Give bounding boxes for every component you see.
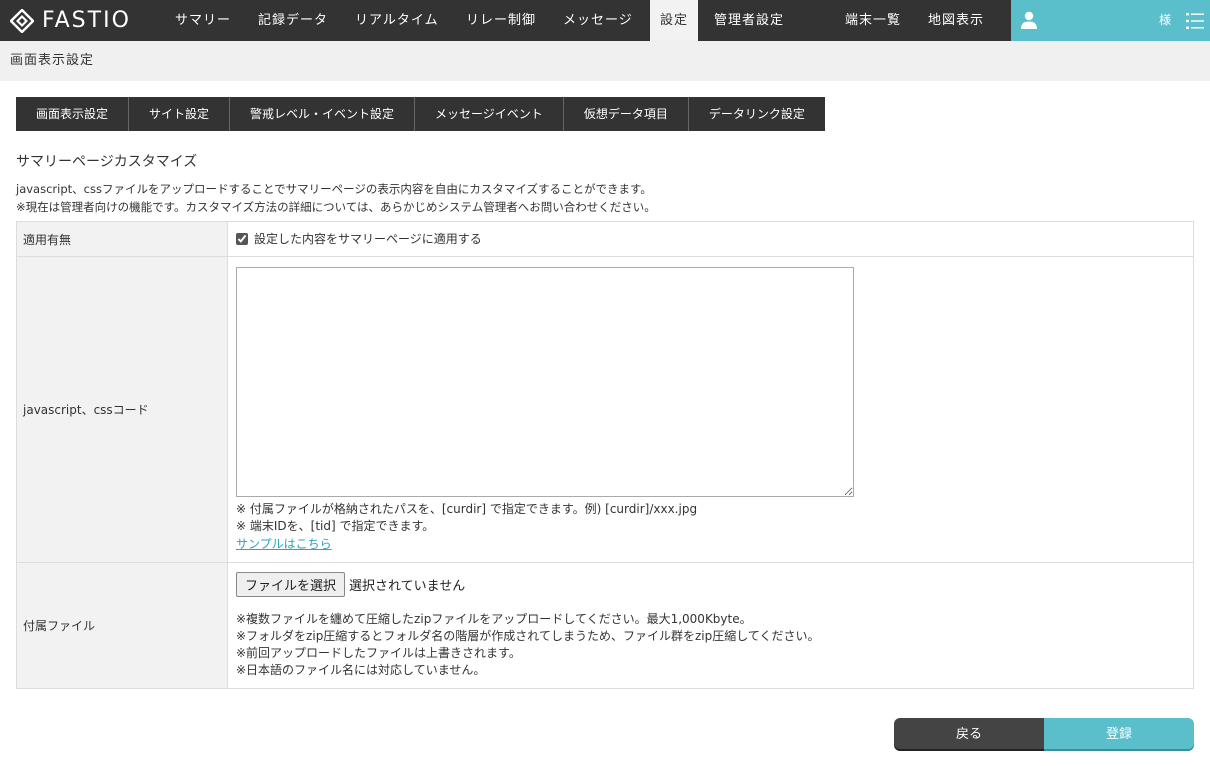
user-icon[interactable]: [1019, 10, 1039, 30]
top-navigation-bar: FASTIO サマリー 記録データ リアルタイム リレー制御 メッセージ 設定 …: [0, 0, 1210, 41]
apply-checkbox[interactable]: [236, 232, 248, 245]
code-textarea[interactable]: [236, 267, 854, 497]
code-note-curdir: ※ 付属ファイルが格納されたパスを、[curdir] で指定できます。例) [c…: [236, 502, 698, 516]
nav-realtime[interactable]: リアルタイム: [355, 0, 439, 41]
nav-settings[interactable]: 設定: [650, 0, 698, 41]
choose-file-button[interactable]: ファイルを選択: [236, 572, 346, 597]
page-header: 画面表示設定: [0, 41, 1210, 81]
nav-map-view[interactable]: 地図表示: [928, 0, 984, 41]
attachment-note-zip: ※複数ファイルを纏めて圧縮したzipファイルをアップロードしてください。最大1,…: [236, 612, 752, 626]
save-button[interactable]: 登録: [1044, 718, 1194, 749]
list-menu-icon[interactable]: [1186, 12, 1204, 30]
sample-link[interactable]: サンプルはこちら: [236, 537, 332, 551]
attachment-value: ファイルを選択 選択されていません ※複数ファイルを纏めて圧縮したzipファイル…: [227, 562, 1194, 689]
tab-message-event[interactable]: メッセージイベント: [415, 97, 564, 131]
code-note-tid: ※ 端末IDを、[tid] で指定できます。: [236, 519, 435, 533]
nav-records[interactable]: 記録データ: [258, 0, 328, 41]
code-value: ※ 付属ファイルが格納されたパスを、[curdir] で指定できます。例) [c…: [227, 256, 1194, 563]
app-logo[interactable]: FASTIO: [10, 0, 131, 41]
apply-checkbox-label: 設定した内容をサマリーページに適用する: [254, 232, 482, 247]
description-note: ※現在は管理者向けの機能です。カスタマイズ方法の詳細については、あらかじめシステ…: [16, 200, 656, 214]
form-row-code: javascript、cssコード ※ 付属ファイルが格納されたパスを、[cur…: [16, 256, 1194, 563]
description-line: javascript、cssファイルをアップロードすることでサマリーページの表示…: [16, 182, 652, 196]
back-button[interactable]: 戻る: [894, 718, 1044, 749]
apply-value: 設定した内容をサマリーページに適用する: [227, 221, 1194, 257]
attachment-note-filename: ※日本語のファイル名には対応していません。: [236, 663, 486, 677]
form-row-apply: 適用有無 設定した内容をサマリーページに適用する: [16, 221, 1194, 257]
tab-alert-level-event[interactable]: 警戒レベル・イベント設定: [230, 97, 416, 131]
attachment-note-overwrite: ※前回アップロードしたファイルは上書きされます。: [236, 646, 521, 660]
settings-tabs: 画面表示設定 サイト設定 警戒レベル・イベント設定 メッセージイベント 仮想デー…: [16, 97, 825, 131]
tab-data-link[interactable]: データリンク設定: [688, 97, 825, 131]
user-area: 様: [1011, 0, 1210, 41]
nav-messages[interactable]: メッセージ: [563, 0, 633, 41]
file-status: 選択されていません: [349, 579, 466, 594]
form-row-attachment: 付属ファイル ファイルを選択 選択されていません ※複数ファイルを纏めて圧縮した…: [16, 562, 1194, 689]
section-description: javascript、cssファイルをアップロードすることでサマリーページの表示…: [16, 180, 656, 216]
user-name-suffix: 様: [1159, 13, 1172, 27]
page-title: 画面表示設定: [10, 53, 95, 68]
attachment-label: 付属ファイル: [16, 562, 228, 689]
logo-text: FASTIO: [42, 8, 131, 33]
file-picker: ファイルを選択 選択されていません: [236, 572, 1185, 597]
code-label: javascript、cssコード: [16, 256, 228, 563]
section-title: サマリーページカスタマイズ: [16, 154, 198, 170]
nav-summary[interactable]: サマリー: [175, 0, 231, 41]
diamond-logo-icon: [10, 8, 34, 33]
apply-label: 適用有無: [16, 221, 228, 257]
nav-relay-control[interactable]: リレー制御: [466, 0, 536, 41]
tab-site-settings[interactable]: サイト設定: [129, 97, 231, 131]
tab-virtual-data[interactable]: 仮想データ項目: [563, 97, 689, 131]
attachment-note-folder: ※フォルダをzip圧縮するとフォルダ名の階層が作成されてしまうため、ファイル群を…: [236, 629, 820, 643]
tab-display-settings[interactable]: 画面表示設定: [16, 97, 130, 131]
nav-device-list[interactable]: 端末一覧: [845, 0, 901, 41]
settings-form-table: 適用有無 設定した内容をサマリーページに適用する javascript、cssコ…: [16, 221, 1194, 689]
nav-admin-settings[interactable]: 管理者設定: [714, 0, 784, 41]
apply-checkbox-wrapper[interactable]: 設定した内容をサマリーページに適用する: [236, 230, 482, 247]
